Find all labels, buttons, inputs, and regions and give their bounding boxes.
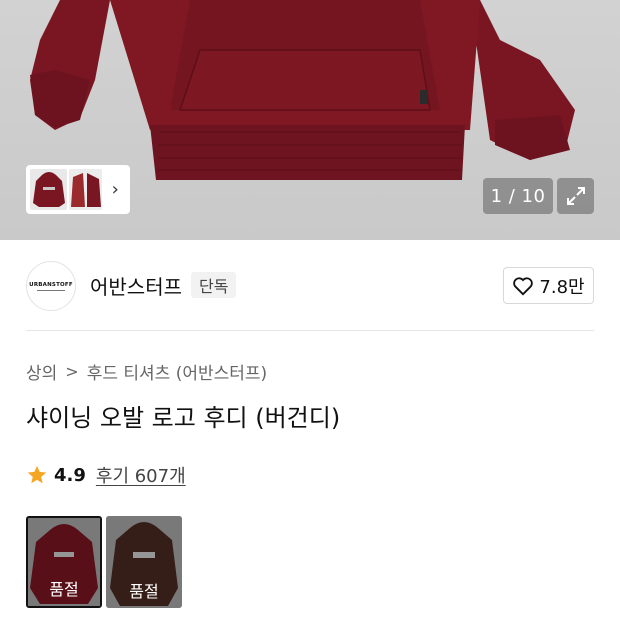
thumbnail-strip: › — [26, 165, 130, 214]
breadcrumb-subcategory[interactable]: 후드 티셔츠 (어반스터프) — [87, 359, 267, 384]
thumbnail-2[interactable] — [69, 169, 103, 210]
product-image-gallery[interactable]: › 1 / 10 — [0, 0, 620, 240]
breadcrumb: 상의 > 후드 티셔츠 (어반스터프) — [26, 359, 267, 384]
star-icon — [27, 465, 47, 484]
soldout-label: 품절 — [129, 582, 159, 601]
image-counter: 1 / 10 — [483, 178, 553, 214]
like-button[interactable]: 7.8만 — [503, 267, 594, 304]
logo-underline — [37, 289, 65, 291]
review-count-link[interactable]: 후기 607개 — [96, 462, 186, 488]
option-burgundy[interactable]: 품절 — [26, 516, 102, 608]
expand-icon[interactable] — [557, 178, 594, 214]
breadcrumb-separator: > — [65, 362, 79, 381]
color-options: 품절 품절 — [26, 516, 182, 608]
exclusive-badge: 단독 — [191, 272, 237, 298]
soldout-label: 품절 — [49, 580, 79, 599]
rating-row: 4.9 후기 607개 — [26, 462, 186, 488]
like-count: 7.8만 — [539, 276, 585, 298]
brand-row: URBANSTOFF 어반스터프 단독 7.8만 — [0, 240, 620, 332]
breadcrumb-category[interactable]: 상의 — [26, 359, 57, 384]
rating-score: 4.9 — [54, 464, 86, 486]
thumbnail-1[interactable] — [30, 169, 68, 210]
product-title: 샤이닝 오발 로고 후디 (버건디) — [26, 404, 341, 432]
chevron-right-icon[interactable]: › — [104, 169, 126, 210]
divider — [26, 330, 594, 331]
brand-logo-text: URBANSTOFF — [29, 281, 73, 288]
brand-logo[interactable]: URBANSTOFF — [26, 261, 76, 311]
brand-name[interactable]: 어반스터프 — [90, 271, 182, 300]
heart-icon — [513, 276, 534, 295]
option-brown[interactable]: 품절 — [106, 516, 182, 608]
